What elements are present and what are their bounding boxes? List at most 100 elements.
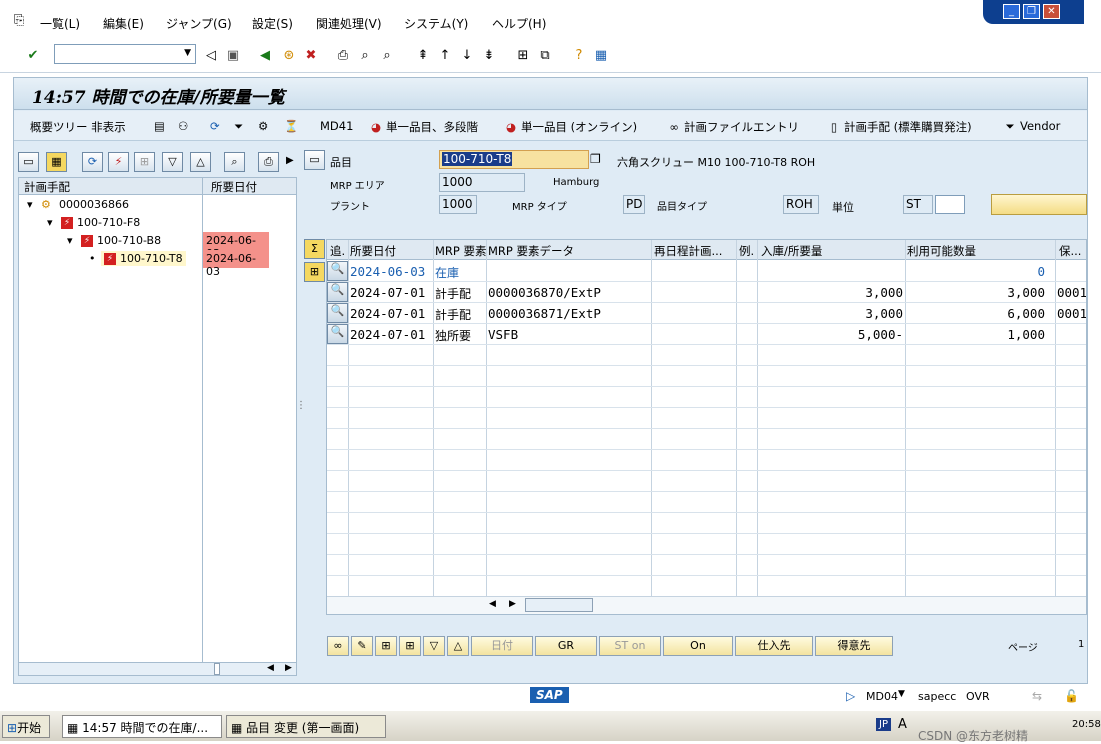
config-icon[interactable]: ⚙ xyxy=(258,119,268,133)
expand-icon[interactable]: ▾ xyxy=(47,216,53,229)
last-page-icon[interactable]: ⇟ xyxy=(480,47,498,65)
table-row[interactable]: 🔍 2024-07-01 独所要 VSFB 5,000- 1,000 xyxy=(327,324,1086,345)
tree-grid-button[interactable]: ▦ xyxy=(46,152,67,172)
col-available[interactable]: 利用可能数量 xyxy=(907,243,976,259)
status-toggle-icon[interactable]: ▷ xyxy=(846,689,855,703)
tree-print-button[interactable]: ⎙ xyxy=(258,152,279,172)
layout-icon[interactable]: ▦ xyxy=(592,47,610,65)
tree-open-button[interactable]: ▭ xyxy=(18,152,39,172)
row-detail-icon[interactable]: 🔍 xyxy=(327,324,348,344)
tree-hscrollbar[interactable]: ◀ ▶ xyxy=(18,662,297,676)
command-field[interactable]: ▼ xyxy=(54,44,196,64)
tree-row[interactable]: ▾ ⚡ 100-710-B8 2024-06-03 xyxy=(19,232,296,260)
expand-icon[interactable]: ▾ xyxy=(27,198,33,211)
structure-icon[interactable]: ⊞ xyxy=(375,636,397,656)
menu-edit[interactable]: 編集(E) xyxy=(103,15,144,32)
first-page-icon[interactable]: ⇞ xyxy=(414,47,432,65)
unit-extra-field[interactable] xyxy=(935,195,965,214)
table-row[interactable]: 🔍 2024-06-03 在庫 0 xyxy=(327,261,1086,282)
dropdown-icon[interactable]: ▼ xyxy=(184,48,191,58)
taskbar-task-active[interactable]: ▦ 14:57 時間での在庫/... xyxy=(62,715,222,738)
planned-order-button[interactable]: ▯ 計画手配 (標準購買発注) xyxy=(826,119,972,135)
tree-row[interactable]: ▾ ⚡ 100-710-F8 xyxy=(19,214,296,232)
table-row[interactable]: 🔍 2024-07-01 計手配 0000036870/ExtP 3,000 3… xyxy=(327,282,1086,303)
plan-file-small-icon[interactable]: ∞ xyxy=(327,636,349,656)
tree-refresh-button[interactable]: ⟳ xyxy=(82,152,103,172)
grid-scroll-thumb[interactable] xyxy=(525,598,593,612)
minimize-button[interactable]: _ xyxy=(1003,4,1020,19)
tcode-dropdown-icon[interactable]: ▼ xyxy=(898,689,905,699)
md41-button[interactable]: MD41 xyxy=(320,119,353,133)
sum-icon[interactable]: Σ xyxy=(304,239,325,259)
material-input[interactable]: 100-710-T8 xyxy=(439,150,589,169)
structure2-icon[interactable]: ⊞ xyxy=(399,636,421,656)
ime-icon[interactable]: A xyxy=(898,717,907,732)
tree-collapse-button[interactable]: △ xyxy=(190,152,211,172)
tree-row-selected[interactable]: • ⚡ 100-710-T8 2024-06-03 xyxy=(19,250,296,278)
st-on-button[interactable]: ST on xyxy=(599,636,661,656)
find-next-icon[interactable]: ⌕ xyxy=(378,47,396,65)
tree-more-icon[interactable]: ▶ xyxy=(286,155,294,166)
menu-goto[interactable]: ジャンプ(G) xyxy=(166,15,232,32)
row-detail-icon[interactable]: 🔍 xyxy=(327,282,348,302)
single-multi-button[interactable]: ◕ 単一品目、多段階 xyxy=(368,119,478,135)
vendor-filter-button[interactable]: 仕入先 xyxy=(735,636,813,656)
row-detail-icon[interactable]: 🔍 xyxy=(327,261,348,281)
enter-icon[interactable]: ✔ xyxy=(24,47,42,65)
expand-all-icon[interactable]: ▽ xyxy=(423,636,445,656)
col-receipt-req[interactable]: 入庫/所要量 xyxy=(761,243,822,259)
scroll-left-icon[interactable]: ◀ xyxy=(267,663,274,673)
start-button[interactable]: ⊞开始 xyxy=(2,715,50,738)
person-icon[interactable]: ⚇ xyxy=(178,119,188,133)
layout-switch-icon[interactable]: ⊞ xyxy=(304,262,325,282)
menu-environment[interactable]: 関連処理(V) xyxy=(316,15,382,32)
col-exception[interactable]: 例. xyxy=(739,243,754,259)
menu-settings[interactable]: 設定(S) xyxy=(252,15,293,32)
language-indicator[interactable]: JP xyxy=(876,718,891,731)
tree-exception-button[interactable]: ⚡ xyxy=(108,152,129,172)
new-session-icon[interactable]: ⊞ xyxy=(514,47,532,65)
on-button[interactable]: On xyxy=(663,636,733,656)
next-page-icon[interactable]: ↓ xyxy=(458,47,476,65)
splitter-handle[interactable]: ⋮ xyxy=(296,400,306,411)
vendor-button[interactable]: ⏷ Vendor xyxy=(1002,119,1060,134)
save-icon[interactable]: ▣ xyxy=(224,47,242,65)
col-date[interactable]: 所要日付 xyxy=(350,243,396,259)
filter2-icon[interactable]: ⏳ xyxy=(284,119,298,133)
tree-row[interactable]: ▾ ⚙ 0000036866 xyxy=(19,196,296,214)
single-online-button[interactable]: ◕ 単一品目 (オンライン) xyxy=(503,119,637,135)
date-button[interactable]: 日付 xyxy=(471,636,533,656)
menu-system[interactable]: システム(Y) xyxy=(404,15,468,32)
tree-expand-button[interactable]: ▽ xyxy=(162,152,183,172)
shortcut-icon[interactable]: ⧉ xyxy=(536,47,554,65)
col-mrp-element[interactable]: MRP 要素 xyxy=(435,243,487,259)
collapse-icon[interactable]: ◁ xyxy=(202,47,220,65)
back-icon[interactable]: ◀ xyxy=(256,47,274,65)
tree-find-button[interactable]: ⌕ xyxy=(224,152,245,172)
col-mrp-data[interactable]: MRP 要素データ xyxy=(488,243,574,259)
tree-toggle-button[interactable]: 概要ツリー 非表示 xyxy=(30,119,126,135)
prev-page-icon[interactable]: ↑ xyxy=(436,47,454,65)
row-detail-icon[interactable]: 🔍 xyxy=(327,303,348,323)
detail-icon[interactable]: ▤ xyxy=(154,119,165,133)
expand-icon[interactable]: ▾ xyxy=(67,234,73,247)
copy-icon[interactable]: ❐ xyxy=(590,152,601,166)
table-row[interactable]: 🔍 2024-07-01 計手配 0000036871/ExtP 3,000 6… xyxy=(327,303,1086,324)
print-icon[interactable]: ⎙ xyxy=(334,47,352,65)
taskbar-task[interactable]: ▦ 品目 変更 (第一画面) xyxy=(226,715,386,738)
menu-list[interactable]: 一覧(L) xyxy=(40,15,80,32)
refresh-icon[interactable]: ⟳ xyxy=(210,119,220,133)
find-icon[interactable]: ⌕ xyxy=(356,47,374,65)
gr-button[interactable]: GR xyxy=(535,636,597,656)
filter-icon[interactable]: ⏷ xyxy=(234,119,243,134)
tree-scroll-thumb[interactable] xyxy=(214,663,220,675)
col-add[interactable]: 追. xyxy=(330,243,345,259)
scroll-left-icon[interactable]: ◀ xyxy=(489,599,496,609)
col-reschedule[interactable]: 再日程計画... xyxy=(654,243,732,259)
close-button[interactable]: ✕ xyxy=(1043,4,1060,19)
help-icon[interactable]: ? xyxy=(570,47,588,65)
scroll-right-icon[interactable]: ▶ xyxy=(285,663,292,673)
col-storage[interactable]: 保... xyxy=(1059,243,1081,259)
tree-hierarchy-button[interactable]: ⊞ xyxy=(134,152,155,172)
menu-exit-icon[interactable]: ⎘ xyxy=(14,13,24,28)
